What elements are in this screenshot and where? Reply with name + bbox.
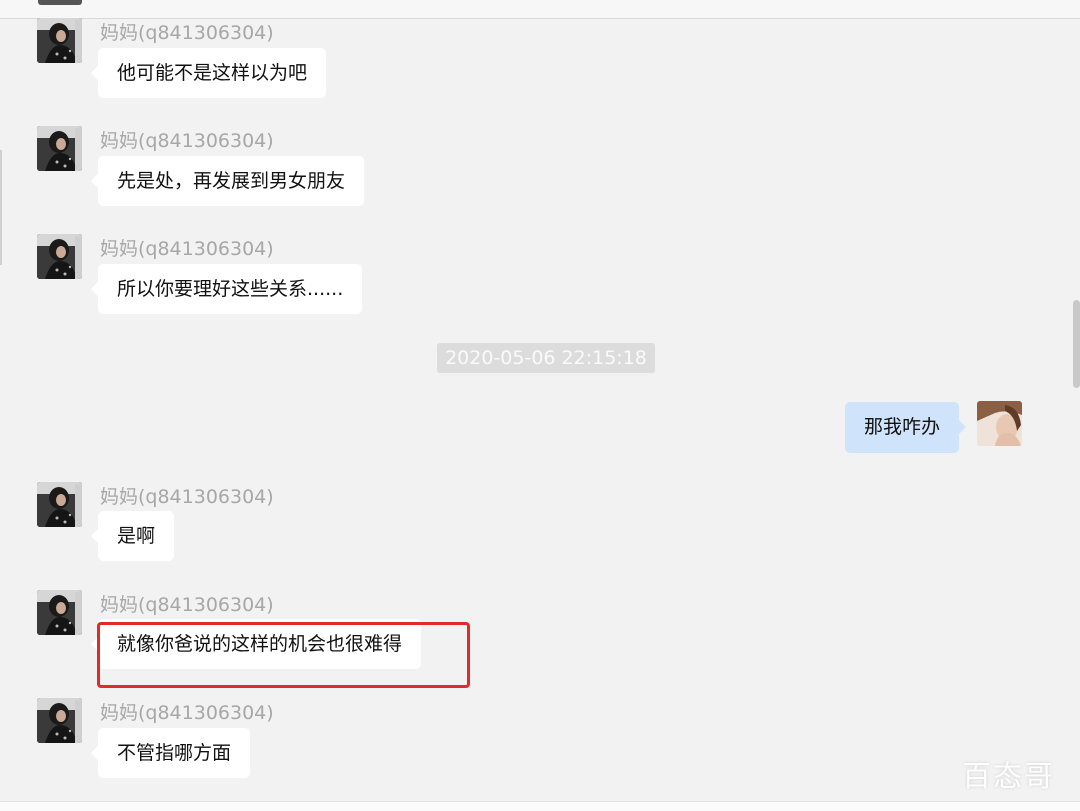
contact-avatar-icon[interactable] — [37, 698, 82, 743]
message-bubble[interactable]: 他可能不是这样以为吧 — [90, 48, 327, 98]
chat-window: 妈妈(q841306304) 他可能不是这样以为吧 妈妈(q841306304)… — [0, 0, 1080, 811]
self-message-bubble[interactable]: 那我咋办 — [845, 402, 967, 453]
partial-avatar-top — [38, 0, 82, 5]
input-area-edge — [0, 801, 1080, 811]
sender-name: 妈妈(q841306304) — [100, 130, 274, 152]
contact-avatar-image — [37, 234, 82, 279]
contact-avatar-icon[interactable] — [37, 234, 82, 279]
message-bubble[interactable]: 是啊 — [90, 511, 175, 561]
contact-avatar-icon[interactable] — [37, 482, 82, 527]
sender-name: 妈妈(q841306304) — [100, 22, 274, 44]
message-bubble[interactable]: 所以你要理好这些关系...... — [90, 264, 363, 314]
contact-avatar-image — [37, 126, 82, 171]
self-avatar-icon[interactable] — [977, 401, 1022, 446]
contact-avatar-image — [37, 698, 82, 743]
contact-avatar-icon[interactable] — [37, 126, 82, 171]
sender-name: 妈妈(q841306304) — [100, 702, 274, 724]
contact-avatar-image — [37, 482, 82, 527]
contact-avatar-icon[interactable] — [37, 590, 82, 635]
self-avatar-image — [977, 401, 1022, 446]
watermark: 百态哥 — [962, 759, 1056, 793]
sender-name: 妈妈(q841306304) — [100, 594, 274, 616]
timestamp-divider: 2020-05-06 22:15:18 — [437, 343, 655, 373]
sender-name: 妈妈(q841306304) — [100, 486, 274, 508]
message-bubble[interactable]: 先是处，再发展到男女朋友 — [90, 156, 365, 206]
contact-avatar-image — [37, 18, 82, 63]
contact-avatar-image — [37, 590, 82, 635]
message-bubble[interactable]: 不管指哪方面 — [90, 728, 251, 778]
top-strip — [0, 0, 1080, 18]
left-panel-edge — [0, 150, 2, 265]
contact-avatar-icon[interactable] — [37, 18, 82, 63]
sender-name: 妈妈(q841306304) — [100, 238, 274, 260]
highlight-box — [97, 622, 470, 688]
scrollbar-thumb[interactable] — [1073, 300, 1080, 388]
